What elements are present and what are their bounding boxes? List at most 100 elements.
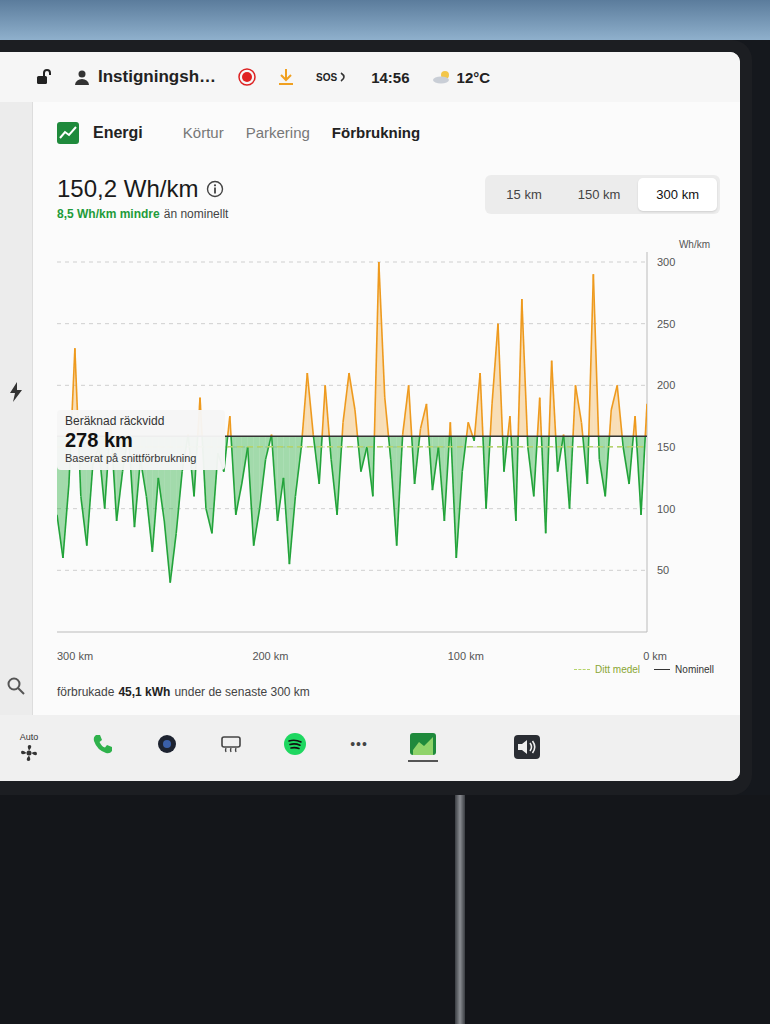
info-icon[interactable] <box>206 180 224 198</box>
line-segment <box>432 447 438 490</box>
y-tick: 100 <box>657 503 675 515</box>
area-segment <box>540 436 546 533</box>
segment <box>254 436 260 545</box>
dock-item[interactable] <box>152 734 182 761</box>
line-segment <box>87 466 93 546</box>
segment <box>552 361 558 437</box>
y-tick: 250 <box>657 318 675 330</box>
line-segment <box>373 262 379 436</box>
segment <box>462 422 468 436</box>
volume-icon[interactable] <box>514 735 540 759</box>
line-segment <box>379 262 385 398</box>
area-segment <box>641 404 647 436</box>
area-segment <box>337 422 343 436</box>
dock-item[interactable] <box>88 733 118 762</box>
area-segment <box>254 436 260 545</box>
area-segment <box>248 436 254 545</box>
line-segment <box>409 436 415 484</box>
area-segment <box>540 398 546 437</box>
active-indicator <box>344 760 374 762</box>
line-segment <box>355 436 361 471</box>
line-segment <box>498 324 504 437</box>
tab[interactable]: Parkering <box>246 120 310 145</box>
line-segment <box>570 385 576 436</box>
segment <box>313 436 319 484</box>
profile-button[interactable]: Instigningsh… <box>74 67 216 87</box>
line-segment <box>593 436 599 459</box>
line-segment <box>117 472 123 521</box>
area-segment <box>570 385 576 436</box>
line-segment <box>444 436 450 521</box>
record-icon[interactable] <box>238 68 256 86</box>
segment <box>468 422 474 436</box>
dock-item[interactable] <box>280 732 310 763</box>
energy-card: EnergiKörturParkeringFörbrukning150,2 Wh… <box>33 102 740 715</box>
line-segment <box>450 422 456 436</box>
line-segment <box>248 447 254 546</box>
line-segment <box>260 459 266 508</box>
area-segment <box>409 436 415 484</box>
range-button[interactable]: 300 km <box>638 178 717 211</box>
line-segment <box>641 436 647 515</box>
screen: Instigningsh…SOS14:5612°CEnergiKörturPar… <box>0 52 740 781</box>
tab[interactable]: Förbrukning <box>332 120 420 145</box>
area-segment <box>236 436 242 515</box>
temperature: 12°C <box>457 69 491 86</box>
line-segment <box>81 496 87 545</box>
x-axis-labels: 300 km200 km100 km0 km <box>57 650 667 662</box>
person-icon <box>74 69 90 85</box>
tab[interactable]: Körtur <box>183 120 224 145</box>
dock-item[interactable] <box>216 734 246 761</box>
segment <box>432 436 438 490</box>
bolt-icon[interactable] <box>9 382 23 402</box>
segment <box>629 416 635 436</box>
segment <box>534 398 540 437</box>
segment <box>605 410 611 436</box>
segment <box>385 436 391 459</box>
segment <box>266 436 272 459</box>
car-interior <box>0 795 770 1024</box>
energy-footer: förbrukade45,1 kWhunder de senaste 300 k… <box>57 685 720 699</box>
x-axis-line <box>57 632 647 633</box>
segment <box>409 385 415 436</box>
segment <box>570 385 576 436</box>
sos-button[interactable]: SOS <box>316 71 349 83</box>
line-segment <box>307 373 313 435</box>
line-segment <box>319 385 325 436</box>
line-segment <box>158 478 164 521</box>
area-segment <box>522 299 528 436</box>
unlock-icon[interactable] <box>34 68 52 86</box>
segment <box>367 436 373 496</box>
segment <box>450 422 456 436</box>
dock-item[interactable] <box>408 733 438 762</box>
area-segment <box>587 274 593 436</box>
climate-auto-button[interactable]: Auto <box>14 732 44 762</box>
segment <box>635 416 641 436</box>
range-button[interactable]: 150 km <box>560 178 639 211</box>
download-icon[interactable] <box>278 68 294 86</box>
segment <box>421 404 427 436</box>
line-segment <box>450 436 456 558</box>
range-button[interactable]: 15 km <box>488 178 559 211</box>
phone-icon <box>92 733 114 755</box>
range-estimate: Beräknad räckvidd278 kmBaserat på snittf… <box>57 410 225 470</box>
auto-label: Auto <box>20 732 39 742</box>
line-segment <box>57 515 63 558</box>
line-segment <box>599 459 605 496</box>
sos-label: SOS <box>316 72 337 83</box>
segment <box>444 422 450 436</box>
segment <box>504 416 510 436</box>
search-icon[interactable] <box>7 677 25 695</box>
segment <box>558 436 564 471</box>
area-segment <box>242 436 248 484</box>
legend-item: Nominell <box>654 664 714 675</box>
difference-value: 8,5 Wh/km mindre <box>57 207 160 221</box>
line-segment <box>152 478 158 552</box>
summary: 150,2 Wh/km8,5 Wh/km mindreän nominellt1… <box>57 175 720 221</box>
line-segment <box>492 324 498 404</box>
segment <box>319 385 325 436</box>
line-segment <box>283 478 289 564</box>
area-segment <box>426 404 432 436</box>
dock-item[interactable]: ••• <box>344 733 374 762</box>
area-segment <box>516 299 522 436</box>
